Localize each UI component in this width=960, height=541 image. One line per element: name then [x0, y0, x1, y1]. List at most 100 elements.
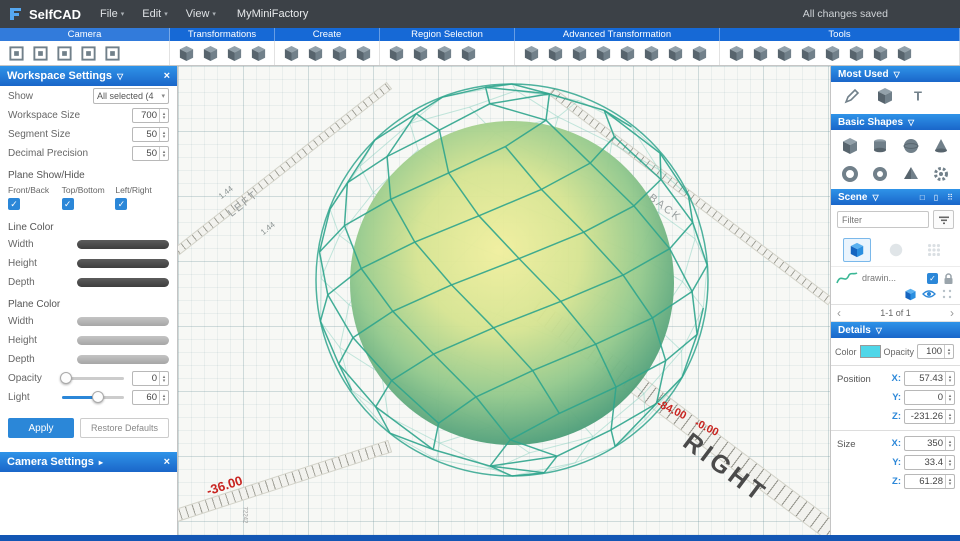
tube-shape-icon[interactable]	[865, 161, 895, 186]
loft-icon[interactable]	[592, 42, 614, 64]
select-box-icon[interactable]: □	[920, 193, 925, 202]
top-view-icon[interactable]	[53, 42, 75, 64]
menu-view[interactable]: View ▾	[177, 0, 225, 28]
line-height-color-bar[interactable]	[77, 259, 169, 268]
prev-page-icon[interactable]: ‹	[837, 307, 841, 319]
iso-view-icon[interactable]	[77, 42, 99, 64]
ribbon-tab-transformations[interactable]: Transformations	[170, 28, 275, 41]
expand-icon[interactable]: ▸	[99, 458, 103, 467]
scene-header[interactable]: Scene ▽ □ ▯ ⠿	[831, 189, 960, 205]
spinner-arrows-icon[interactable]: ▴ ▾	[159, 128, 168, 141]
line-depth-color-bar[interactable]	[77, 278, 169, 287]
leftright-checkbox[interactable]: ✓	[115, 198, 128, 210]
cube-shape-icon[interactable]	[835, 133, 865, 158]
measure-icon[interactable]	[845, 42, 867, 64]
taper-icon[interactable]	[688, 42, 710, 64]
detail-opacity-stepper[interactable]: 100 ▴ ▾	[917, 344, 955, 359]
spinner-arrows-icon[interactable]: ▴ ▾	[945, 456, 954, 469]
image-icon[interactable]	[352, 42, 374, 64]
next-page-icon[interactable]: ›	[950, 307, 954, 319]
plane-width-color-bar[interactable]	[77, 317, 169, 326]
sphere-shape-icon[interactable]	[896, 133, 926, 158]
scene-object-row[interactable]: drawin... ✓	[831, 266, 960, 305]
position-y-stepper[interactable]: 0 ▴ ▾	[904, 390, 955, 405]
pyramid-shape-icon[interactable]	[896, 161, 926, 186]
filter-input[interactable]	[837, 211, 929, 228]
slider-thumb[interactable]	[60, 372, 72, 384]
spinner-arrows-icon[interactable]: ▴ ▾	[159, 109, 168, 122]
show-select[interactable]: All selected (4 ▾	[93, 88, 169, 104]
cone-shape-icon[interactable]	[926, 133, 956, 158]
magnet-icon[interactable]	[869, 42, 891, 64]
spinner-arrows-icon[interactable]: ▴ ▾	[944, 345, 953, 358]
topbottom-checkbox[interactable]: ✓	[61, 198, 74, 210]
spinner-arrows-icon[interactable]: ▴ ▾	[945, 391, 954, 404]
menu-file[interactable]: File ▾	[91, 0, 133, 28]
cube-tool-icon[interactable]	[876, 87, 894, 110]
opacity-stepper[interactable]: 0 ▴ ▾	[132, 371, 169, 386]
ribbon-tab-camera[interactable]: Camera	[0, 28, 170, 41]
eye-icon[interactable]	[922, 288, 936, 300]
color-swatch[interactable]	[859, 345, 881, 358]
apply-button[interactable]: Apply	[8, 418, 74, 438]
spinner-arrows-icon[interactable]: ▴ ▾	[159, 372, 168, 385]
select-edge-icon[interactable]	[409, 42, 431, 64]
select-loop-icon[interactable]	[457, 42, 479, 64]
select-face-icon[interactable]	[385, 42, 407, 64]
spinner-arrows-icon[interactable]: ▴ ▾	[945, 372, 954, 385]
shape-icon[interactable]	[280, 42, 302, 64]
move-icon[interactable]	[175, 42, 197, 64]
ribbon-tab-tools[interactable]: Tools	[720, 28, 960, 41]
position-z-stepper[interactable]: -231.26 ▴ ▾	[904, 409, 955, 424]
details-header[interactable]: Details ▽	[831, 322, 960, 338]
subtract-icon[interactable]	[749, 42, 771, 64]
revolve-icon[interactable]	[544, 42, 566, 64]
light-slider[interactable]	[62, 391, 124, 403]
front-view-icon[interactable]	[5, 42, 27, 64]
ribbon-tab-create[interactable]: Create	[275, 28, 380, 41]
extrude-icon[interactable]	[520, 42, 542, 64]
object-name[interactable]: drawin...	[862, 273, 923, 283]
combine-icon[interactable]	[725, 42, 747, 64]
camera-options-icon[interactable]	[101, 42, 123, 64]
opacity-slider[interactable]	[60, 372, 124, 384]
lock-icon[interactable]	[942, 272, 955, 285]
position-x-stepper[interactable]: 57.43 ▴ ▾	[904, 371, 955, 386]
spinner-arrows-icon[interactable]: ▴ ▾	[945, 410, 954, 423]
plane-depth-color-bar[interactable]	[77, 355, 169, 364]
size-x-stepper[interactable]: 350 ▴ ▾	[904, 436, 955, 451]
sphere-type-filter[interactable]	[882, 238, 910, 262]
twist-icon[interactable]	[664, 42, 686, 64]
size-y-stepper[interactable]: 33.4 ▴ ▾	[904, 455, 955, 470]
ribbon-tab-advanced-transformation[interactable]: Advanced Transformation	[515, 28, 720, 41]
plane-height-color-bar[interactable]	[77, 336, 169, 345]
bevel-icon[interactable]	[640, 42, 662, 64]
slice-icon[interactable]	[797, 42, 819, 64]
close-icon[interactable]: ×	[164, 70, 170, 82]
shell-icon[interactable]	[616, 42, 638, 64]
rotate-icon[interactable]	[199, 42, 221, 64]
workspace-settings-header[interactable]: Workspace Settings ▽ ×	[0, 66, 177, 86]
utilities-icon[interactable]	[893, 42, 915, 64]
select-region-icon[interactable]	[433, 42, 455, 64]
group-type-filter[interactable]	[920, 238, 948, 262]
viewport-3d[interactable]: 1.44 1.44 LEFT BACK RIGHT -36.00 -84.00 …	[178, 66, 830, 535]
filter-button[interactable]	[933, 210, 954, 229]
sweep-icon[interactable]	[568, 42, 590, 64]
object-select-checkbox[interactable]: ✓	[927, 272, 938, 284]
spinner-arrows-icon[interactable]: ▴ ▾	[159, 147, 168, 160]
ribbon-tab-region-selection[interactable]: Region Selection	[380, 28, 515, 41]
workspace-size-stepper[interactable]: 700 ▴ ▾	[132, 108, 169, 123]
edit-tool-icon[interactable]	[843, 87, 861, 110]
gear-shape-icon[interactable]	[926, 161, 956, 186]
close-icon[interactable]: ×	[164, 456, 170, 468]
grid-view-icon[interactable]: ⠿	[947, 193, 953, 202]
camera-settings-header[interactable]: Camera Settings ▸ ×	[0, 452, 177, 472]
text-tool-icon[interactable]: T	[909, 87, 927, 110]
device-icon[interactable]: ▯	[934, 193, 938, 202]
torus-shape-icon[interactable]	[835, 161, 865, 186]
most-used-header[interactable]: Most Used ▽	[831, 66, 960, 82]
frontback-checkbox[interactable]: ✓	[8, 198, 20, 210]
cylinder-shape-icon[interactable]	[865, 133, 895, 158]
spinner-arrows-icon[interactable]: ▴ ▾	[159, 391, 168, 404]
